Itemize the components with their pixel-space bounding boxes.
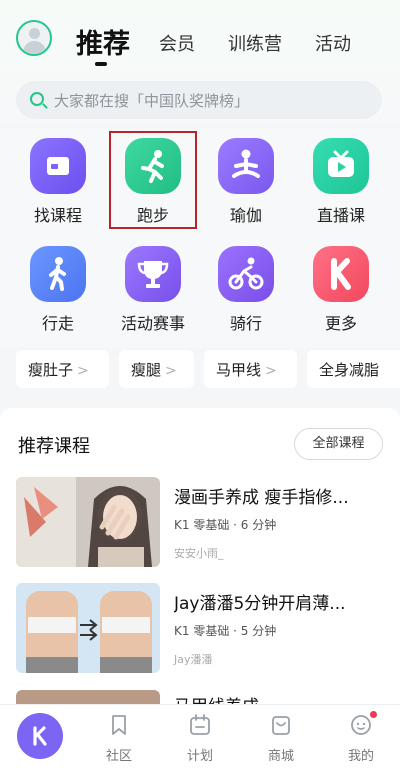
chip-abs-line[interactable]: 马甲线 > xyxy=(204,350,297,388)
tab-camp[interactable]: 训练营 xyxy=(228,30,282,56)
tab-member[interactable]: 会员 xyxy=(159,30,195,56)
trophy-icon xyxy=(125,246,181,302)
live-tv-icon xyxy=(313,138,369,194)
course-icon xyxy=(30,138,86,194)
nav-label: 商城 xyxy=(267,749,294,764)
avatar[interactable] xyxy=(16,20,52,56)
nav-profile[interactable]: 我的 xyxy=(336,711,386,771)
grid-item-more[interactable]: 更多 xyxy=(296,236,386,336)
chip-slim-legs[interactable]: 瘦腿 > xyxy=(119,350,194,388)
nav-label: 我的 xyxy=(347,749,374,764)
nav-label: 社区 xyxy=(105,749,132,764)
nav-mall[interactable]: 商城 xyxy=(256,711,306,771)
course-thumbnail xyxy=(16,477,160,567)
grid-item-find-course[interactable]: 找课程 xyxy=(13,128,103,228)
grid-item-events[interactable]: 活动赛事 xyxy=(108,236,198,336)
course-item[interactable]: 漫画手养成 瘦手指修... K1 零基础 · 6 分钟 安安小雨_ xyxy=(16,477,386,577)
tag-chips: 瘦肚子 > 瘦腿 > 马甲线 > 全身减脂 xyxy=(0,350,400,390)
chip-full-body-fat-loss[interactable]: 全身减脂 xyxy=(307,350,400,388)
search-bar[interactable]: 大家都在搜「中国队奖牌榜」 xyxy=(16,81,382,119)
grid-item-walking[interactable]: 行走 xyxy=(13,236,103,336)
chip-label: 全身减脂 xyxy=(319,361,380,379)
nav-plan[interactable]: 计划 xyxy=(175,711,225,771)
grid-item-live[interactable]: 直播课 xyxy=(296,128,386,228)
course-author: Jay潘潘 xyxy=(174,653,213,666)
chip-slim-belly[interactable]: 瘦肚子 > xyxy=(16,350,109,388)
grid-label: 更多 xyxy=(324,314,357,333)
top-header: 推荐 会员 训练营 活动 大家都在搜「中国队奖牌榜」 xyxy=(0,0,400,125)
keep-logo-icon xyxy=(33,726,47,746)
community-icon xyxy=(112,715,126,735)
grid-label: 骑行 xyxy=(229,314,262,333)
calendar-icon xyxy=(190,714,210,735)
grid-label: 行走 xyxy=(41,314,74,333)
chevron-right-icon: > xyxy=(265,363,277,379)
course-item[interactable]: Jay潘潘5分钟开肩薄... K1 零基础 · 5 分钟 Jay潘潘 xyxy=(16,583,386,683)
cycling-icon xyxy=(218,246,274,302)
grid-item-cycling[interactable]: 骑行 xyxy=(201,236,291,336)
grid-label: 找课程 xyxy=(33,206,82,225)
search-icon xyxy=(30,92,44,106)
bottom-nav: 社区 计划 商城 我的 xyxy=(0,704,400,774)
category-grid: 找课程 跑步 瑜伽 直播课 行走 活动赛事 骑行 更多 xyxy=(0,128,400,348)
home-keep-button[interactable] xyxy=(17,713,63,759)
course-title: Jay潘潘5分钟开肩薄... xyxy=(174,594,346,614)
section-title: 推荐课程 xyxy=(18,436,90,457)
course-meta: K1 零基础 · 5 分钟 xyxy=(174,624,277,638)
course-title: 漫画手养成 瘦手指修... xyxy=(174,488,349,508)
grid-label: 活动赛事 xyxy=(120,314,185,333)
course-meta: K1 零基础 · 6 分钟 xyxy=(174,518,277,532)
tab-activity[interactable]: 活动 xyxy=(315,30,351,56)
chip-label: 瘦腿 xyxy=(131,361,162,379)
course-author: 安安小雨_ xyxy=(174,547,224,560)
mall-icon xyxy=(272,716,290,735)
active-tab-indicator xyxy=(95,62,107,66)
all-courses-button[interactable]: 全部课程 xyxy=(294,428,383,460)
chevron-right-icon: > xyxy=(77,363,89,379)
chip-label: 马甲线 xyxy=(216,361,262,379)
tab-recommend[interactable]: 推荐 xyxy=(76,22,130,61)
keep-logo-icon xyxy=(313,246,369,302)
grid-label: 瑜伽 xyxy=(229,206,262,225)
selection-highlight-box xyxy=(109,131,197,229)
chevron-right-icon: > xyxy=(165,363,177,379)
yoga-icon xyxy=(218,138,274,194)
nav-label: 计划 xyxy=(186,749,213,764)
profile-icon xyxy=(351,715,371,735)
recommended-courses-card: 推荐课程 全部课程 漫画手养成 瘦手指修... K1 零基础 · 6 分钟 安安… xyxy=(0,408,400,774)
chip-label: 瘦肚子 xyxy=(28,361,74,379)
grid-label: 直播课 xyxy=(316,206,365,225)
nav-community[interactable]: 社区 xyxy=(94,711,144,771)
top-tabs: 推荐 会员 训练营 活动 xyxy=(76,22,386,66)
walking-icon xyxy=(30,246,86,302)
course-thumbnail xyxy=(16,583,160,673)
avatar-body xyxy=(23,41,46,54)
grid-item-yoga[interactable]: 瑜伽 xyxy=(201,128,291,228)
avatar-head xyxy=(29,28,40,39)
notification-badge xyxy=(370,711,377,718)
search-placeholder: 大家都在搜「中国队奖牌榜」 xyxy=(54,92,250,110)
